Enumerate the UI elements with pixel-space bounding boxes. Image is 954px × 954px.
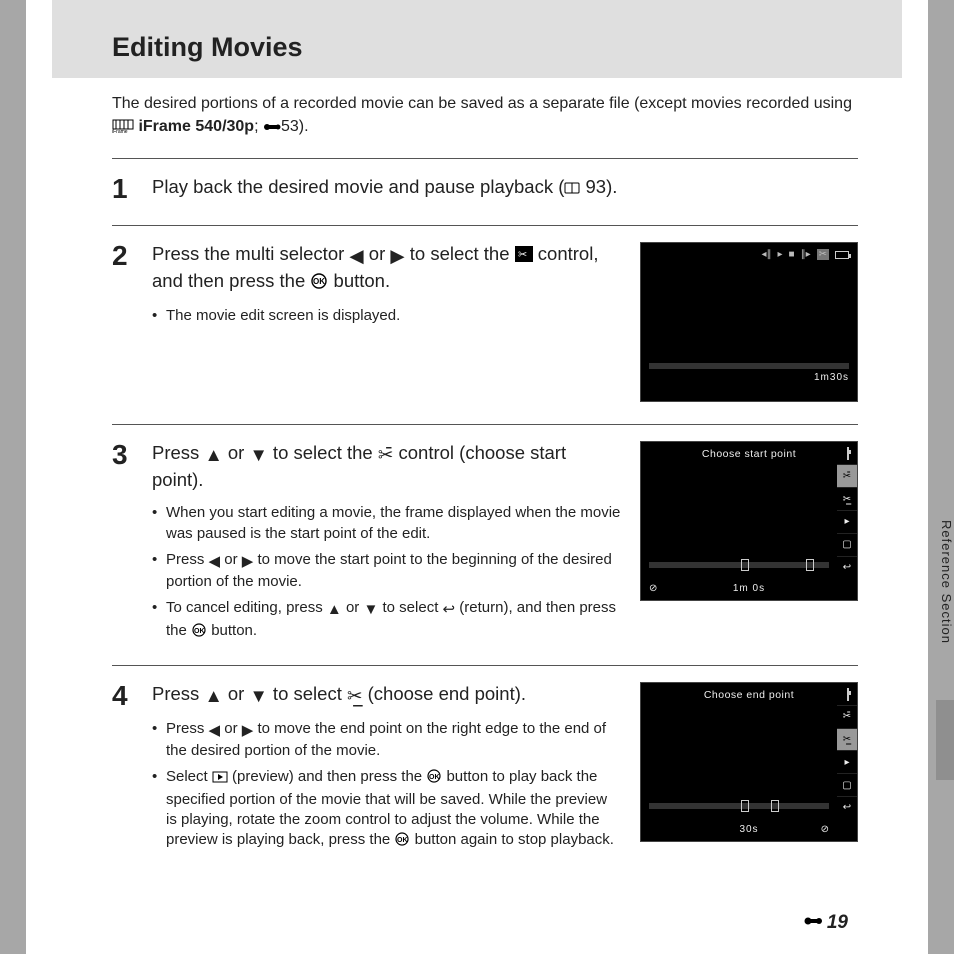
return-icon: ↩ [837,796,857,819]
step-3-text: Press ▲ or ▼ to select the ✂̄ control (c… [152,441,622,493]
battery-icon [847,688,849,701]
side-tab-indicator [936,700,954,780]
right-triangle-icon: ▶ [242,721,254,741]
start-handle-icon [741,559,749,571]
ok-button-icon: OK [426,769,442,789]
page-title: Editing Movies [112,32,303,63]
up-triangle-icon: ▲ [204,684,222,709]
ok-button-icon: OK [191,623,207,643]
cut-start-icon: ✂̄ [378,443,394,468]
step-4-bullet-1: Press ◀ or ▶ to move the end point on th… [152,719,622,762]
lcd-title: Choose end point [641,683,857,701]
up-triangle-icon: ▲ [204,443,222,468]
step-3-bullet-2: Press ◀ or ▶ to move the start point to … [152,550,622,593]
page-number: 19 [803,912,848,934]
end-handle-icon [771,800,779,812]
step-3-number: 3 [112,441,152,469]
svg-text:iFrame: iFrame [112,129,128,133]
content: The desired portions of a recorded movie… [112,92,858,852]
lcd-side-menu: ✂̄ ✂̲ ▸ ▢ ↩ [837,705,857,819]
intro-semicolon: ; [254,118,263,135]
end-handle-icon [806,559,814,571]
step-2: 2 Press the multi selector ◀ or ▶ to sel… [112,242,622,326]
book-icon [564,177,580,202]
save-icon: ▢ [837,773,857,796]
right-triangle-icon: ▶ [390,244,404,269]
svg-text:✂: ✂ [518,249,527,261]
lcd-title: Choose start point [641,442,857,460]
left-triangle-icon: ◀ [209,721,221,741]
lcd-screen-end-point: Choose end point ✂̄ ✂̲ ▸ ▢ ↩ 30s ⊘ [640,682,858,842]
step-fwd-icon: ∥▸ [801,249,811,260]
progress-bar [649,803,829,809]
up-triangle-icon: ▲ [327,600,342,620]
wrench-icon [803,912,823,934]
svg-text:OK: OK [397,837,408,844]
wrench-icon [263,117,281,140]
step-1-number: 1 [112,175,152,203]
iframe-label: iFrame 540/30p [138,118,254,135]
ok-button-icon: OK [310,271,328,296]
down-triangle-icon: ▼ [249,443,267,468]
cut-end-icon: ✂̲ [837,487,857,510]
intro-part1: The desired portions of a recorded movie… [112,95,852,112]
step-2-number: 2 [112,242,152,270]
step-3-bullet-3: To cancel editing, press ▲ or ▼ to selec… [152,598,622,643]
left-triangle-icon: ◀ [349,244,363,269]
intro-ref: 53). [281,118,309,135]
cut-end-icon: ✂̲ [347,684,363,709]
step-4: 4 Press ▲ or ▼ to select ✂̲ (choose end … [112,682,622,852]
lcd-screen-start-point: Choose start point ✂̄ ✂̲ ▸ ▢ ↩ 1m 0s ⊘ [640,441,858,601]
progress-bar [649,562,829,568]
progress-bar [649,363,849,369]
step-2-text: Press the multi selector ◀ or ▶ to selec… [152,242,622,296]
down-triangle-icon: ▼ [363,600,378,620]
left-triangle-icon: ◀ [209,552,221,572]
cancel-icon: ⊘ [649,583,657,594]
svg-text:OK: OK [313,277,325,286]
step-4-number: 4 [112,682,152,710]
preview-icon: ▸ [837,510,857,533]
battery-icon [835,251,849,259]
step-back-icon: ◂∥ [761,249,771,260]
step-4-bullet-2: Select (preview) and then press the OK b… [152,767,622,852]
stop-icon: ■ [789,249,795,260]
cut-end-icon: ✂̲ [837,728,857,751]
preview-icon: ▸ [837,750,857,773]
lcd-screen-playback: ◂∥ ▸ ■ ∥▸ ✂ 1m30s [640,242,858,402]
save-icon: ▢ [837,533,857,556]
intro-text: The desired portions of a recorded movie… [112,92,858,140]
return-icon: ↩ [443,600,456,620]
svg-text:OK: OK [429,774,440,781]
step-3: 3 Press ▲ or ▼ to select the ✂̄ control … [112,441,622,642]
cut-start-icon: ✂̄ [837,464,857,487]
iframe-icon: iFrame [112,117,134,140]
lcd-side-menu: ✂̄ ✂̲ ▸ ▢ ↩ [837,464,857,578]
preview-box-icon [212,769,228,789]
lcd-time: 1m 0s [641,583,857,594]
step-3-bullet-1: When you start editing a movie, the fram… [152,503,622,544]
play-icon: ▸ [778,249,783,260]
step-4-text: Press ▲ or ▼ to select ✂̲ (choose end po… [152,682,622,709]
ok-button-icon: OK [394,832,410,852]
step-1: 1 Play back the desired movie and pause … [112,158,858,203]
scissors-icon: ✂ [515,244,533,269]
start-handle-icon [741,800,749,812]
lcd-time: 1m30s [814,372,849,383]
cut-start-icon: ✂̄ [837,705,857,728]
scissors-icon: ✂ [817,249,829,260]
down-triangle-icon: ▼ [249,684,267,709]
step-1-text: Play back the desired movie and pause pl… [152,175,858,202]
return-icon: ↩ [837,556,857,579]
svg-text:OK: OK [194,628,205,635]
cancel-icon: ⊘ [821,824,829,835]
step-2-bullet-1: The movie edit screen is displayed. [152,306,622,326]
battery-icon [847,447,849,460]
right-triangle-icon: ▶ [242,552,254,572]
